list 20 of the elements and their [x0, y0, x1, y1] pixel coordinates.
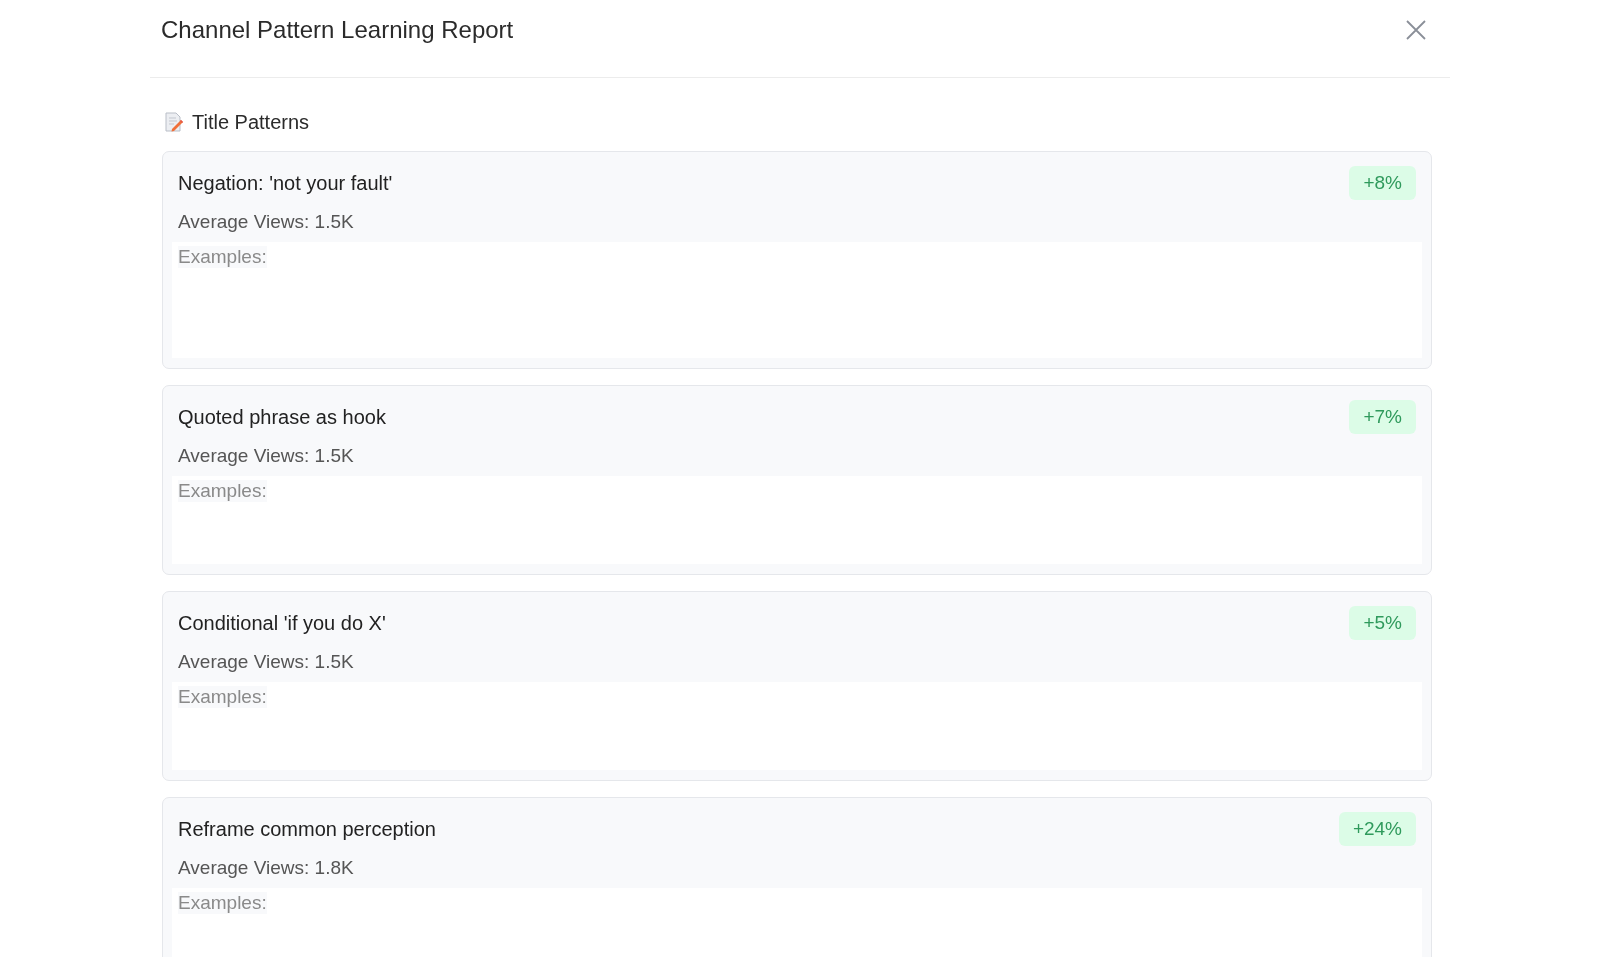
- examples-label: Examples:: [178, 686, 267, 708]
- examples-label: Examples:: [178, 480, 267, 502]
- pattern-name: Reframe common perception: [178, 817, 436, 841]
- change-badge: +24%: [1338, 812, 1416, 846]
- pattern-name: Conditional 'if you do X': [178, 611, 386, 635]
- close-icon: [1406, 20, 1426, 40]
- dialog-title: Channel Pattern Learning Report: [161, 15, 514, 45]
- pattern-name: Negation: 'not your fault': [178, 171, 393, 195]
- change-badge: +5%: [1349, 606, 1416, 640]
- section-title: Title Patterns: [192, 110, 310, 134]
- average-views: Average Views: 1.5K: [178, 445, 355, 467]
- examples-label: Examples:: [178, 892, 267, 914]
- average-views: Average Views: 1.5K: [178, 211, 355, 233]
- average-views: Average Views: 1.8K: [178, 857, 355, 879]
- memo-icon: [165, 112, 183, 132]
- pattern-name: Quoted phrase as hook: [178, 405, 386, 429]
- change-badge: +7%: [1349, 400, 1416, 434]
- change-badge: +8%: [1349, 166, 1416, 200]
- average-views: Average Views: 1.5K: [178, 651, 355, 673]
- examples-label: Examples:: [178, 246, 267, 268]
